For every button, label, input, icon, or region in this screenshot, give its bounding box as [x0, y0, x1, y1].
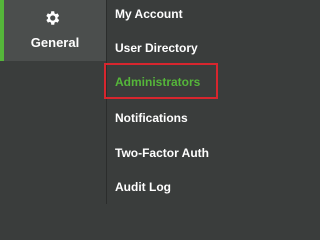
gear-icon: [46, 11, 60, 25]
settings-submenu: My Account User Directory Administrators…: [107, 0, 222, 204]
submenu-item-audit-log[interactable]: Audit Log: [115, 180, 171, 194]
rail-item-label: General: [30, 35, 80, 50]
settings-rail: General: [0, 0, 106, 204]
submenu-item-user-directory[interactable]: User Directory: [115, 41, 198, 55]
submenu-item-two-factor-auth[interactable]: Two-Factor Auth: [115, 146, 209, 160]
submenu-item-my-account[interactable]: My Account: [115, 7, 183, 21]
highlight-box: [104, 63, 218, 99]
rail-item-general[interactable]: General: [0, 0, 106, 61]
submenu-item-notifications[interactable]: Notifications: [115, 111, 188, 125]
